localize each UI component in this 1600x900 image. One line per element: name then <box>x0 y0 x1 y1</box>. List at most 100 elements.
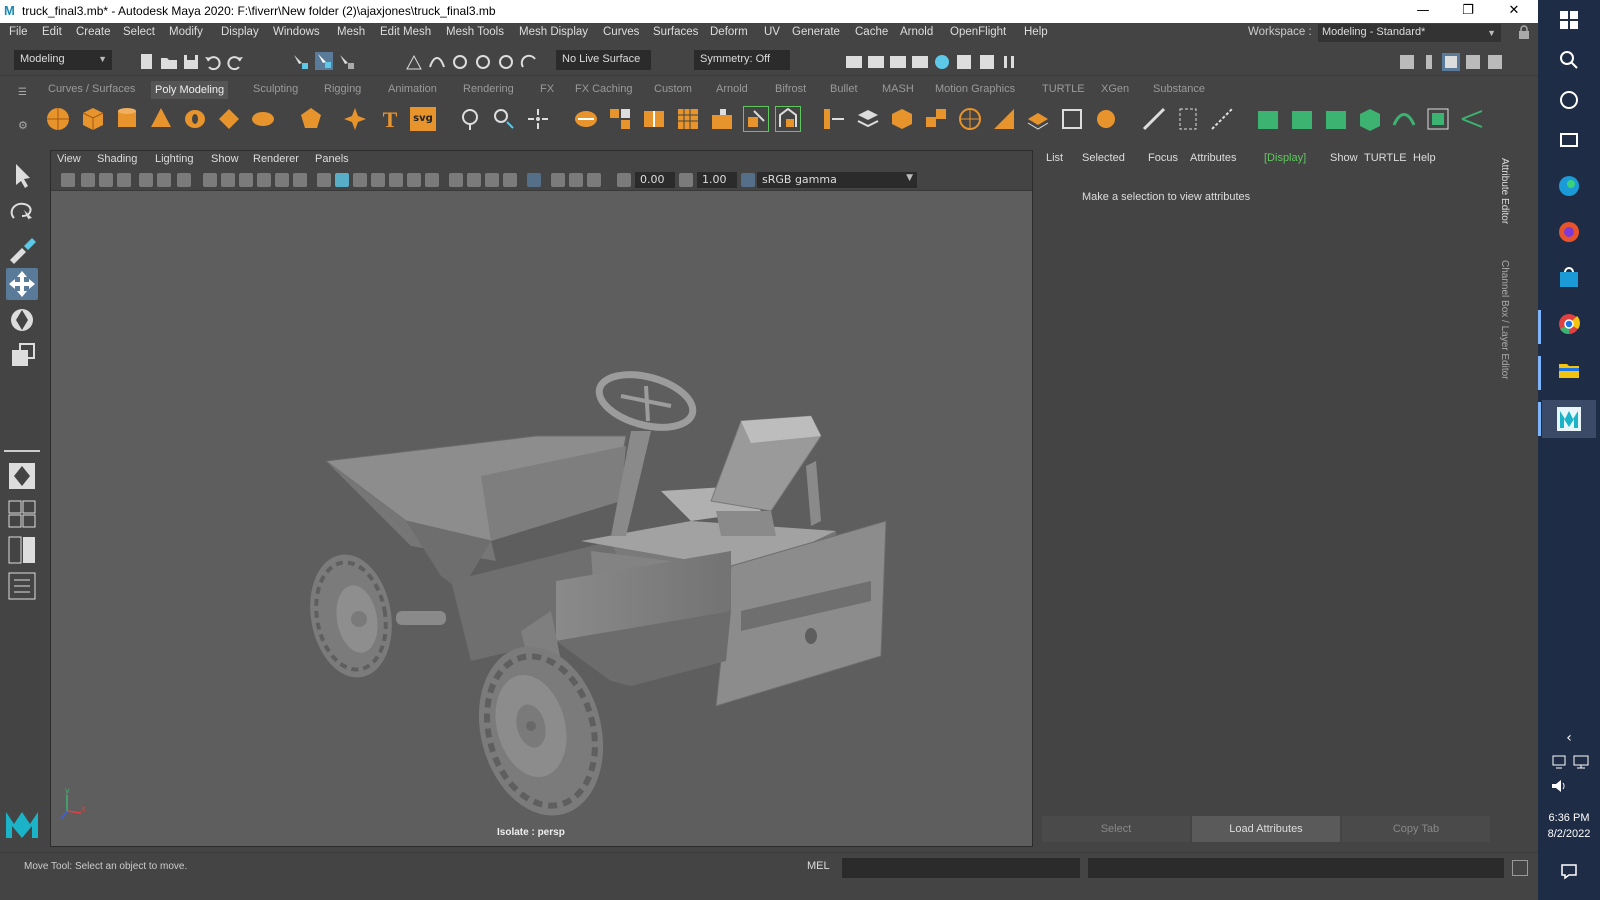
scale-tool-icon[interactable] <box>6 340 38 372</box>
menu-cache[interactable]: Cache <box>855 26 888 38</box>
chrome-icon[interactable] <box>1557 312 1581 336</box>
quad-draw-icon[interactable] <box>924 107 948 131</box>
motion-blur-icon[interactable] <box>467 173 481 187</box>
live-surface-field[interactable]: No Live Surface <box>556 50 651 70</box>
menu-uv[interactable]: UV <box>764 26 780 38</box>
render-view-icon[interactable] <box>845 53 863 71</box>
undo-icon[interactable] <box>204 53 222 71</box>
sphere-mesh-icon[interactable] <box>458 107 482 131</box>
automatic-map-icon[interactable] <box>1358 107 1382 131</box>
clock-time[interactable]: 6:36 PM <box>1538 812 1600 824</box>
ae-menu-focus[interactable]: Focus <box>1148 152 1178 164</box>
snap-curve-icon[interactable] <box>428 53 446 71</box>
modeling-toolkit-icon[interactable] <box>1398 53 1416 71</box>
super-shape-icon[interactable] <box>343 107 367 131</box>
menu-curves[interactable]: Curves <box>603 26 639 38</box>
menu-mesh-tools[interactable]: Mesh Tools <box>446 26 504 38</box>
hypershade-icon[interactable] <box>933 53 951 71</box>
new-scene-icon[interactable] <box>138 53 156 71</box>
cylinder-icon[interactable] <box>115 107 139 131</box>
snap-live-icon[interactable] <box>497 53 515 71</box>
cut-sew-icon[interactable] <box>1460 107 1484 131</box>
resolution-gate-icon[interactable] <box>221 173 235 187</box>
target-weld-icon[interactable] <box>890 107 914 131</box>
volume-icon[interactable] <box>1550 778 1568 794</box>
tab-xgen[interactable]: XGen <box>1101 83 1129 95</box>
safe-action-icon[interactable] <box>275 173 289 187</box>
ae-load-attributes-button[interactable]: Load Attributes <box>1192 816 1340 842</box>
minimize-button[interactable]: — <box>1400 0 1446 23</box>
maya-taskbar-button[interactable] <box>1542 400 1596 438</box>
menu-openflight[interactable]: OpenFlight <box>950 26 1006 38</box>
tab-rendering[interactable]: Rendering <box>463 83 514 95</box>
uv-editor-icon[interactable] <box>1256 107 1280 131</box>
vp-menu-shading[interactable]: Shading <box>97 153 137 165</box>
ae-copy-tab-button[interactable]: Copy Tab <box>1342 816 1490 842</box>
smooth-shade-icon[interactable] <box>335 173 349 187</box>
symmetry-select[interactable]: Symmetry: Off <box>694 50 790 70</box>
combine-icon[interactable] <box>492 107 516 131</box>
persp-outliner-icon[interactable] <box>6 534 38 566</box>
ae-menu-display[interactable]: [Display] <box>1264 152 1306 164</box>
ae-menu-show[interactable]: Show <box>1330 152 1358 164</box>
menu-surfaces[interactable]: Surfaces <box>653 26 698 38</box>
ipr-render-icon[interactable] <box>889 53 907 71</box>
vp-menu-show[interactable]: Show <box>211 153 239 165</box>
notification-center-icon[interactable] <box>1560 862 1578 880</box>
tab-bifrost[interactable]: Bifrost <box>775 83 806 95</box>
knife-icon[interactable] <box>1142 107 1166 131</box>
offset-edge-loop-icon[interactable] <box>856 107 880 131</box>
tab-fx[interactable]: FX <box>540 83 554 95</box>
save-scene-icon[interactable] <box>182 53 200 71</box>
platonic-icon[interactable] <box>299 107 323 131</box>
ae-menu-list[interactable]: List <box>1046 152 1063 164</box>
disc-icon[interactable] <box>251 107 275 131</box>
film-gate-icon[interactable] <box>203 173 217 187</box>
network-icon[interactable] <box>1572 754 1590 770</box>
menu-modify[interactable]: Modify <box>169 26 203 38</box>
xray-icon[interactable] <box>551 173 565 187</box>
four-view-icon[interactable] <box>6 498 38 530</box>
ae-menu-help[interactable]: Help <box>1413 152 1436 164</box>
vp-menu-renderer[interactable]: Renderer <box>253 153 299 165</box>
multisample-aa-icon[interactable] <box>485 173 499 187</box>
cone-icon[interactable] <box>149 107 173 131</box>
tab-fx-caching[interactable]: FX Caching <box>575 83 632 95</box>
arnold-ipr-icon[interactable] <box>978 53 996 71</box>
ae-menu-selected[interactable]: Selected <box>1082 152 1125 164</box>
bevel-icon[interactable] <box>642 107 666 131</box>
2d-pan-zoom-icon[interactable] <box>139 173 153 187</box>
lasso-tool-icon[interactable] <box>6 196 38 228</box>
shadows-icon[interactable] <box>425 173 439 187</box>
edge-browser-icon[interactable] <box>1557 174 1581 198</box>
tab-animation[interactable]: Animation <box>388 83 437 95</box>
ae-menu-attributes[interactable]: Attributes <box>1190 152 1236 164</box>
vp-menu-panels[interactable]: Panels <box>315 153 349 165</box>
planar-map-icon[interactable] <box>1290 107 1314 131</box>
menu-deform[interactable]: Deform <box>710 26 748 38</box>
tab-arnold[interactable]: Arnold <box>716 83 748 95</box>
gate-mask-icon[interactable] <box>239 173 253 187</box>
search-icon[interactable] <box>1557 48 1581 72</box>
shelf-gear-icon[interactable]: ⚙ <box>18 119 28 132</box>
bookmarks-icon[interactable] <box>99 173 113 187</box>
bridge-icon[interactable] <box>710 107 734 131</box>
multi-cut-icon[interactable] <box>775 106 801 132</box>
fill-hole-icon[interactable] <box>743 106 769 132</box>
wireframe-icon[interactable] <box>317 173 331 187</box>
menu-create[interactable]: Create <box>76 26 111 38</box>
attribute-editor-toggle-icon[interactable] <box>1442 53 1460 71</box>
outliner-icon[interactable] <box>6 570 38 602</box>
color-management-icon[interactable] <box>741 173 755 187</box>
menu-mesh[interactable]: Mesh <box>337 26 365 38</box>
mirror-icon[interactable] <box>608 107 632 131</box>
tab-custom[interactable]: Custom <box>654 83 692 95</box>
open-scene-icon[interactable] <box>160 53 178 71</box>
windows-start-icon[interactable] <box>1557 8 1581 32</box>
extract-icon[interactable] <box>574 107 598 131</box>
type-icon[interactable]: T <box>378 107 402 132</box>
cylindrical-map-icon[interactable] <box>1324 107 1348 131</box>
dumper-truck-model[interactable]: y x <box>51 191 1032 846</box>
menu-help[interactable]: Help <box>1024 26 1048 38</box>
clock-date[interactable]: 8/2/2022 <box>1538 828 1600 840</box>
